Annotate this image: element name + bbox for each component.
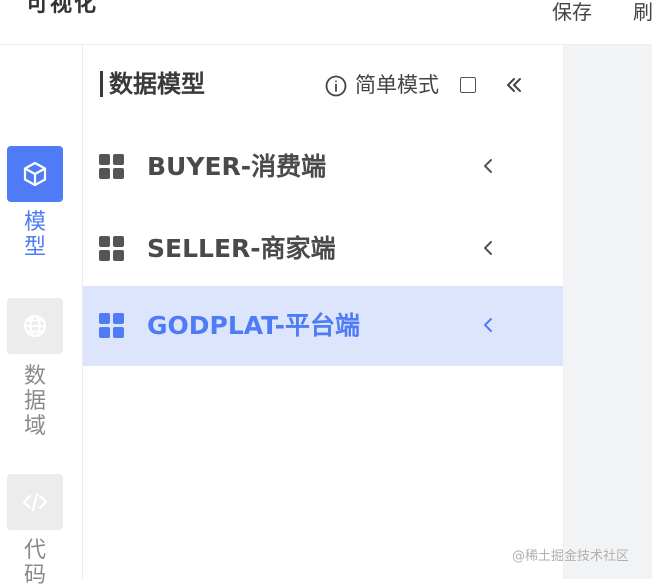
watermark-text: @稀土掘金技术社区 [512,549,630,564]
app-logo-text: 可视化 [26,0,99,17]
nav-item-data-domain-label: 数据域 [23,364,46,439]
model-item-label: GODPLAT-平台端 [147,311,360,340]
nav-item-code[interactable]: 代码 [0,474,82,588]
panel-header: 数据模型 简单模式 [83,45,563,127]
refresh-button[interactable]: 刷 [633,0,652,24]
chevron-left-icon[interactable] [481,316,495,338]
model-item-buyer[interactable]: BUYER-消费端 [83,127,563,207]
chevron-left-icon[interactable] [481,157,495,179]
simple-mode-checkbox[interactable] [460,77,476,93]
data-model-panel: 数据模型 简单模式 BUYER-消费端 SELLER-商家端 GODPLAT-平… [83,45,563,579]
nav-item-model[interactable]: 模型 [0,146,82,276]
save-button[interactable]: 保存 [552,0,592,24]
nav-item-code-label: 代码 [23,538,46,588]
grid-icon [99,236,125,266]
left-nav-rail: 模型 数据域 代码 [0,45,83,588]
cube-icon[interactable] [7,146,63,202]
grid-icon [99,313,125,343]
model-item-seller[interactable]: SELLER-商家端 [83,209,563,289]
nav-item-model-label: 模型 [23,210,46,260]
globe-icon[interactable] [7,298,63,354]
chevron-left-icon[interactable] [481,239,495,261]
model-item-label: SELLER-商家端 [147,234,336,263]
canvas-area[interactable] [563,45,652,579]
model-item-godplat[interactable]: GODPLAT-平台端 [83,286,563,366]
model-item-label: BUYER-消费端 [147,152,327,181]
top-toolbar: 可视化 保存 刷 [0,0,652,45]
grid-icon [99,154,125,184]
collapse-panel-icon[interactable] [504,75,524,99]
code-icon[interactable] [7,474,63,530]
panel-title: 数据模型 [100,71,205,97]
info-icon[interactable] [325,75,347,101]
nav-item-data-domain[interactable]: 数据域 [0,298,82,448]
simple-mode-label: 简单模式 [355,73,439,97]
